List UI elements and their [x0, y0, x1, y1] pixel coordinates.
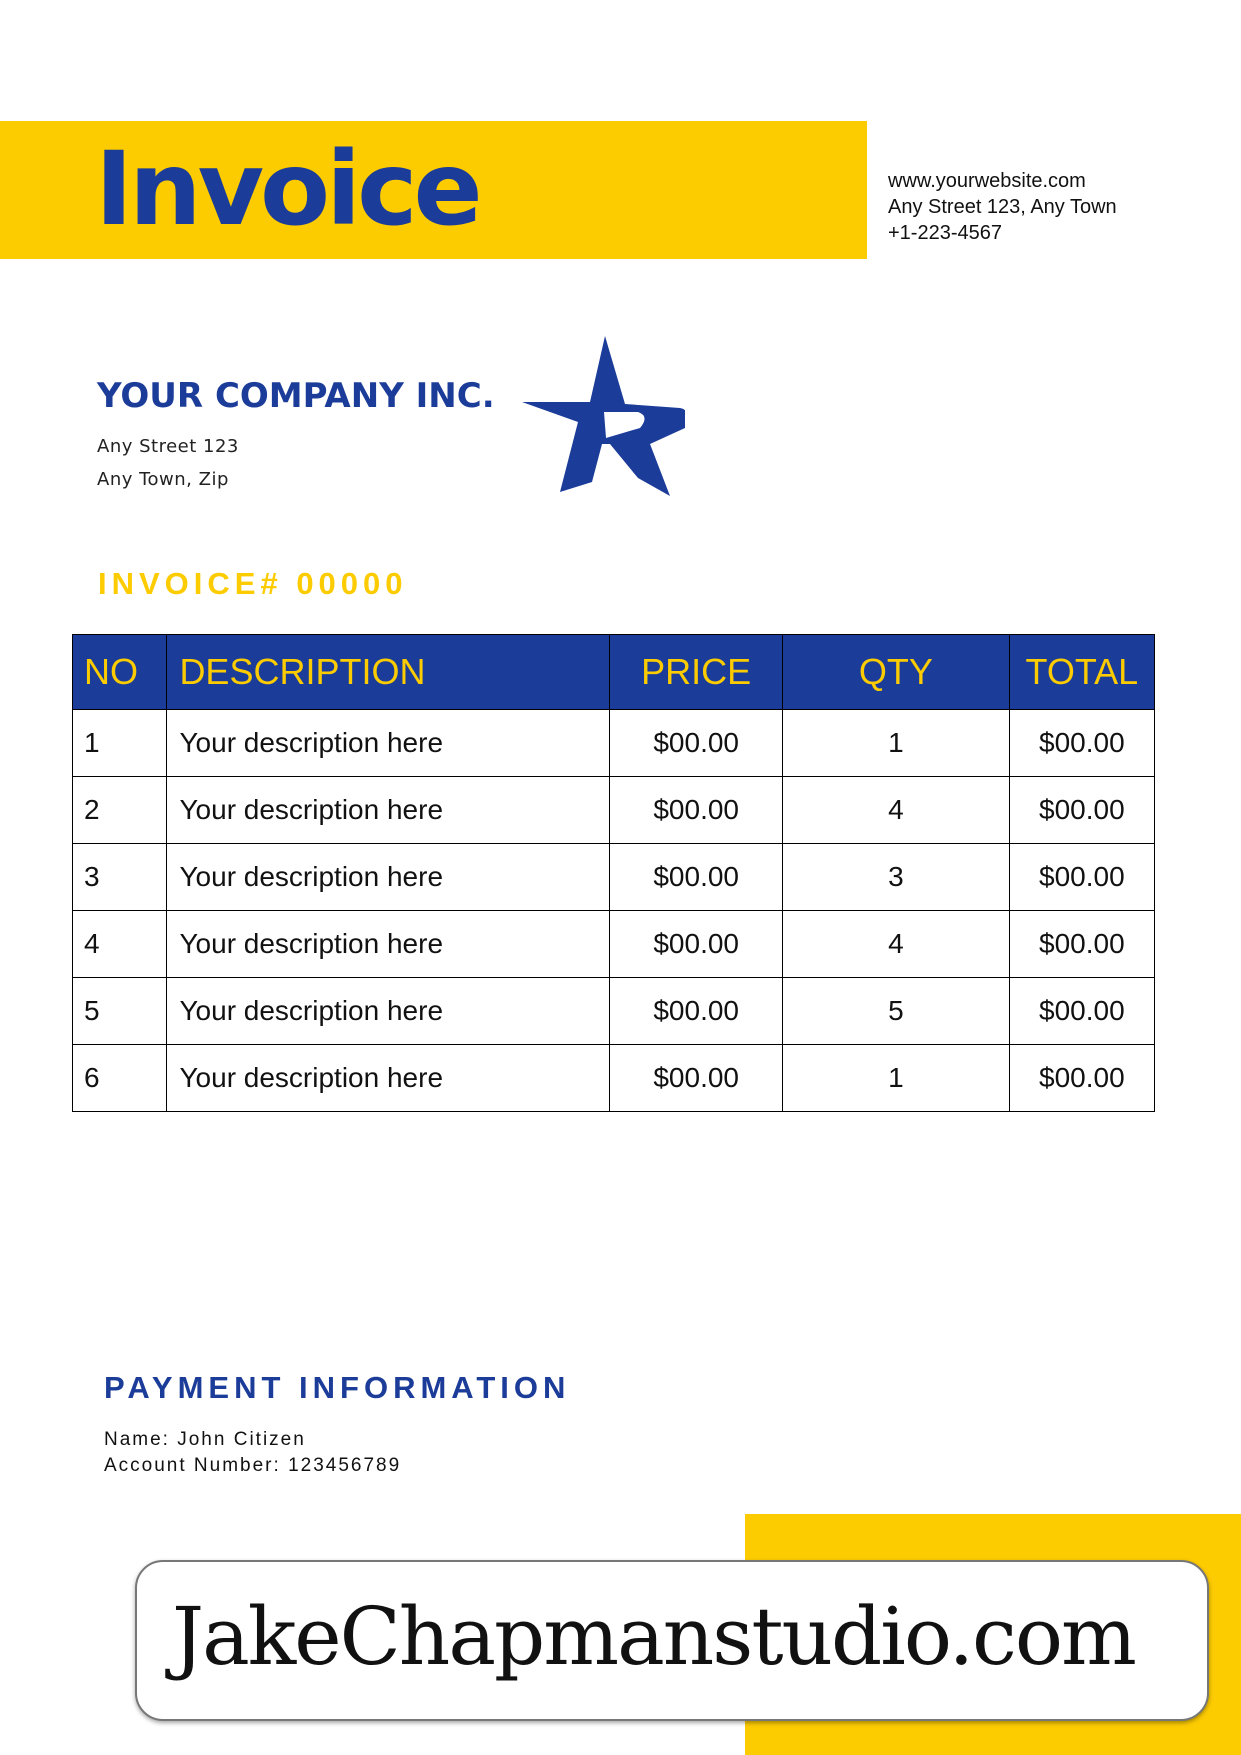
cell-total: $00.00 — [1008, 910, 1156, 978]
table-row: 3 Your description here $00.00 3 $00.00 — [71, 843, 1156, 911]
company-address-line1: Any Street 123 — [97, 436, 239, 457]
company-address: Any Street 123 Any Town, Zip — [97, 430, 239, 496]
payment-account: Account Number: 123456789 — [104, 1455, 402, 1476]
cell-price: $00.00 — [609, 977, 783, 1045]
cell-total: $00.00 — [1008, 709, 1156, 777]
cell-price: $00.00 — [609, 776, 783, 844]
table-row: 1 Your description here $00.00 1 $00.00 — [71, 709, 1156, 777]
table-header-row: NO DESCRIPTION PRICE QTY TOTAL — [71, 634, 1156, 710]
cell-qty: 3 — [782, 843, 1010, 911]
invoice-number: INVOICE# 00000 — [98, 566, 408, 601]
watermark-text: JakeChapmanstudio.com — [172, 1590, 1137, 1683]
table-row: 4 Your description here $00.00 4 $00.00 — [71, 910, 1156, 978]
phone-text: +1-223-4567 — [888, 222, 1002, 244]
column-header-price: PRICE — [609, 634, 783, 710]
cell-description: Your description here — [166, 709, 611, 777]
cell-price: $00.00 — [609, 709, 783, 777]
website-text: www.yourwebsite.com — [888, 170, 1086, 192]
cell-no: 3 — [71, 843, 168, 911]
cell-total: $00.00 — [1008, 1044, 1156, 1112]
column-header-description: DESCRIPTION — [166, 634, 611, 710]
payment-name: Name: John Citizen — [104, 1429, 306, 1450]
cell-total: $00.00 — [1008, 776, 1156, 844]
company-name: YOUR COMPANY INC. — [97, 376, 495, 416]
line-items-table: NO DESCRIPTION PRICE QTY TOTAL 1 Your de… — [71, 634, 1156, 1112]
cell-description: Your description here — [166, 1044, 611, 1112]
cell-no: 5 — [71, 977, 168, 1045]
payment-details: Name: John Citizen Account Number: 12345… — [104, 1427, 401, 1479]
cell-price: $00.00 — [609, 910, 783, 978]
table-row: 2 Your description here $00.00 4 $00.00 — [71, 776, 1156, 844]
column-header-qty: QTY — [782, 634, 1010, 710]
cell-no: 4 — [71, 910, 168, 978]
cell-qty: 1 — [782, 1044, 1010, 1112]
contact-info: www.yourwebsite.com Any Street 123, Any … — [888, 168, 1117, 246]
cell-qty: 4 — [782, 910, 1010, 978]
cell-total: $00.00 — [1008, 977, 1156, 1045]
cell-no: 2 — [71, 776, 168, 844]
cell-total: $00.00 — [1008, 843, 1156, 911]
cell-description: Your description here — [166, 910, 611, 978]
cell-price: $00.00 — [609, 843, 783, 911]
payment-title: PAYMENT INFORMATION — [104, 1370, 571, 1405]
cell-qty: 1 — [782, 709, 1010, 777]
cell-no: 1 — [71, 709, 168, 777]
column-header-total: TOTAL — [1008, 634, 1156, 710]
cell-qty: 4 — [782, 776, 1010, 844]
company-address-line2: Any Town, Zip — [97, 469, 229, 490]
watermark-banner: JakeChapmanstudio.com — [135, 1560, 1209, 1721]
star-r-logo-icon — [522, 336, 685, 496]
invoice-title: Invoice — [95, 130, 483, 249]
table-row: 6 Your description here $00.00 1 $00.00 — [71, 1044, 1156, 1112]
cell-price: $00.00 — [609, 1044, 783, 1112]
cell-description: Your description here — [166, 776, 611, 844]
cell-qty: 5 — [782, 977, 1010, 1045]
cell-no: 6 — [71, 1044, 168, 1112]
contact-address: Any Street 123, Any Town — [888, 196, 1117, 218]
cell-description: Your description here — [166, 977, 611, 1045]
cell-description: Your description here — [166, 843, 611, 911]
column-header-no: NO — [71, 634, 168, 710]
table-row: 5 Your description here $00.00 5 $00.00 — [71, 977, 1156, 1045]
